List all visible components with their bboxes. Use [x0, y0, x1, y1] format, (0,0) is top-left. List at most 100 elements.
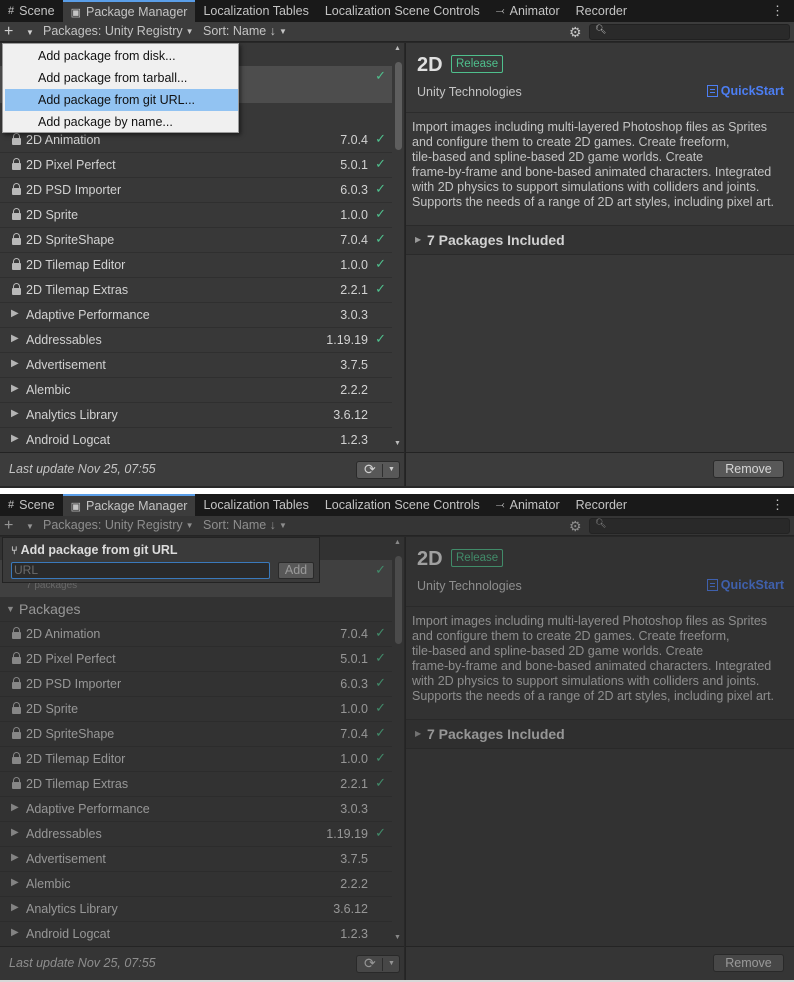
quickstart-link[interactable]: QuickStart: [706, 84, 784, 98]
package-row[interactable]: ▶ Android Logcat 1.2.3: [0, 922, 392, 947]
packages-filter-dropdown[interactable]: Packages: Unity Registry ▼: [43, 22, 194, 42]
package-row[interactable]: 2D Tilemap Extras 2.2.1 ✓: [0, 772, 392, 797]
quickstart-link[interactable]: QuickStart: [706, 578, 784, 592]
remove-button[interactable]: Remove: [713, 460, 784, 478]
menu-item-add-from-git-url[interactable]: Add package from git URL...: [5, 89, 238, 111]
package-row[interactable]: ▶ Advertisement 3.7.5: [0, 847, 392, 872]
package-row[interactable]: 2D Sprite 1.0.0 ✓: [0, 203, 392, 228]
tab-package-manager[interactable]: ▣ Package Manager: [62, 0, 196, 22]
description-line: Import images including multi-layered Ph…: [412, 120, 768, 134]
scrollbar-thumb[interactable]: [395, 556, 402, 644]
tab-localization-tables[interactable]: Localization Tables: [195, 494, 316, 516]
grid-icon: #: [8, 5, 15, 17]
tab-animator[interactable]: ⤙ Animator: [488, 494, 568, 516]
tab-label: Package Manager: [85, 5, 188, 19]
package-row[interactable]: 2D Pixel Perfect 5.0.1 ✓: [0, 153, 392, 178]
scroll-down-arrow-icon[interactable]: ▼: [394, 934, 401, 941]
expand-arrow-icon[interactable]: ▶: [11, 877, 19, 888]
package-row[interactable]: ▶ Android Logcat 1.2.3: [0, 428, 392, 453]
kebab-menu-icon[interactable]: ⋮: [771, 497, 784, 513]
details-footer: Remove: [405, 452, 794, 486]
package-row[interactable]: ▶ Alembic 2.2.2: [0, 378, 392, 403]
package-name: 2D Tilemap Extras: [26, 777, 129, 791]
package-name: 2D Tilemap Editor: [26, 752, 126, 766]
search-input[interactable]: 🔍︎: [589, 518, 790, 534]
expand-arrow-icon[interactable]: ▶: [11, 383, 19, 394]
packages-included-foldout[interactable]: ▶ 7 Packages Included: [406, 719, 794, 749]
expand-arrow-icon[interactable]: ▶: [11, 927, 19, 938]
tab-animator[interactable]: ⤙ Animator: [488, 0, 568, 22]
expand-arrow-icon[interactable]: ▶: [11, 308, 19, 319]
gear-icon[interactable]: ⚙: [569, 24, 582, 41]
lock-icon: [12, 158, 21, 170]
divider: [382, 958, 383, 971]
scroll-down-arrow-icon[interactable]: ▼: [394, 440, 401, 447]
package-row[interactable]: 2D Tilemap Extras 2.2.1 ✓: [0, 278, 392, 303]
tab-recorder[interactable]: Recorder: [568, 0, 635, 22]
package-row[interactable]: ▶ Advertisement 3.7.5: [0, 353, 392, 378]
expand-arrow-icon[interactable]: ▶: [11, 827, 19, 838]
package-row[interactable]: 2D Animation 7.0.4 ✓: [0, 622, 392, 647]
tab-bar: # Scene ▣ Package Manager Localization Tab…: [0, 494, 794, 516]
expand-arrow-icon[interactable]: ▶: [11, 358, 19, 369]
scrollbar-thumb[interactable]: [395, 62, 402, 150]
gear-icon[interactable]: ⚙: [569, 518, 582, 535]
menu-item-add-by-name[interactable]: Add package by name...: [5, 111, 238, 133]
package-row[interactable]: ▶ Addressables 1.19.19 ✓: [0, 328, 392, 353]
search-input[interactable]: 🔍︎: [589, 24, 790, 40]
remove-button[interactable]: Remove: [713, 954, 784, 972]
description-line: with 2D physics to support simulations w…: [412, 180, 760, 194]
tab-localization-scene-controls[interactable]: Localization Scene Controls: [317, 0, 488, 22]
tab-localization-tables[interactable]: Localization Tables: [195, 0, 316, 22]
sort-dropdown[interactable]: Sort: Name ↓ ▼: [203, 22, 287, 42]
scroll-up-arrow-icon[interactable]: ▲: [394, 45, 401, 52]
caret-down-icon[interactable]: ▼: [388, 960, 395, 967]
sort-dropdown[interactable]: Sort: Name ↓ ▼: [203, 516, 287, 536]
group-label: Packages: [19, 601, 81, 617]
tab-scene[interactable]: # Scene: [0, 494, 63, 516]
package-row[interactable]: ▶ Analytics Library 3.6.12: [0, 403, 392, 428]
add-package-button[interactable]: + ▼: [4, 516, 38, 536]
tab-localization-scene-controls[interactable]: Localization Scene Controls: [317, 494, 488, 516]
package-row[interactable]: 2D Tilemap Editor 1.0.0 ✓: [0, 253, 392, 278]
packages-included-foldout[interactable]: ▶ 7 Packages Included: [406, 225, 794, 255]
menu-item-add-from-disk[interactable]: Add package from disk...: [5, 45, 238, 67]
kebab-menu-icon[interactable]: ⋮: [771, 3, 784, 19]
menu-item-add-from-tarball[interactable]: Add package from tarball...: [5, 67, 238, 89]
caret-down-icon: ▼: [278, 27, 287, 36]
caret-down-icon: ▼: [278, 521, 287, 530]
expand-arrow-icon[interactable]: ▶: [11, 433, 19, 444]
git-url-input[interactable]: URL: [11, 562, 270, 579]
package-description: Import images including multi-layered Ph…: [412, 120, 790, 210]
package-row[interactable]: ▶ Analytics Library 3.6.12: [0, 897, 392, 922]
package-row[interactable]: 2D PSD Importer 6.0.3 ✓: [0, 672, 392, 697]
expand-arrow-icon[interactable]: ▶: [11, 408, 19, 419]
package-row[interactable]: ▶ Alembic 2.2.2: [0, 872, 392, 897]
packages-filter-dropdown[interactable]: Packages: Unity Registry ▼: [43, 516, 194, 536]
package-version: 3.6.12: [333, 902, 368, 916]
add-button[interactable]: Add: [278, 562, 314, 579]
tab-package-manager[interactable]: ▣ Package Manager: [62, 494, 196, 516]
package-row[interactable]: 2D Pixel Perfect 5.0.1 ✓: [0, 647, 392, 672]
refresh-button[interactable]: ⟳ ▼: [356, 461, 400, 479]
add-package-button[interactable]: + ▼: [4, 22, 38, 42]
tab-recorder[interactable]: Recorder: [568, 494, 635, 516]
package-row[interactable]: 2D PSD Importer 6.0.3 ✓: [0, 178, 392, 203]
package-row[interactable]: 2D SpriteShape 7.0.4 ✓: [0, 228, 392, 253]
expand-arrow-icon[interactable]: ▶: [11, 333, 19, 344]
tab-scene[interactable]: # Scene: [0, 0, 63, 22]
refresh-button[interactable]: ⟳ ▼: [356, 955, 400, 973]
scroll-up-arrow-icon[interactable]: ▲: [394, 539, 401, 546]
package-row[interactable]: 2D SpriteShape 7.0.4 ✓: [0, 722, 392, 747]
package-row[interactable]: ▶ Addressables 1.19.19 ✓: [0, 822, 392, 847]
package-row[interactable]: 2D Sprite 1.0.0 ✓: [0, 697, 392, 722]
caret-down-icon[interactable]: ▼: [388, 466, 395, 473]
package-row[interactable]: ▶ Adaptive Performance 3.0.3: [0, 797, 392, 822]
packages-group-header[interactable]: ▼ Packages: [0, 597, 392, 622]
package-row[interactable]: 2D Tilemap Editor 1.0.0 ✓: [0, 747, 392, 772]
package-version: 3.7.5: [340, 852, 368, 866]
package-row[interactable]: ▶ Adaptive Performance 3.0.3: [0, 303, 392, 328]
expand-arrow-icon[interactable]: ▶: [11, 902, 19, 913]
expand-arrow-icon[interactable]: ▶: [11, 802, 19, 813]
expand-arrow-icon[interactable]: ▶: [11, 852, 19, 863]
